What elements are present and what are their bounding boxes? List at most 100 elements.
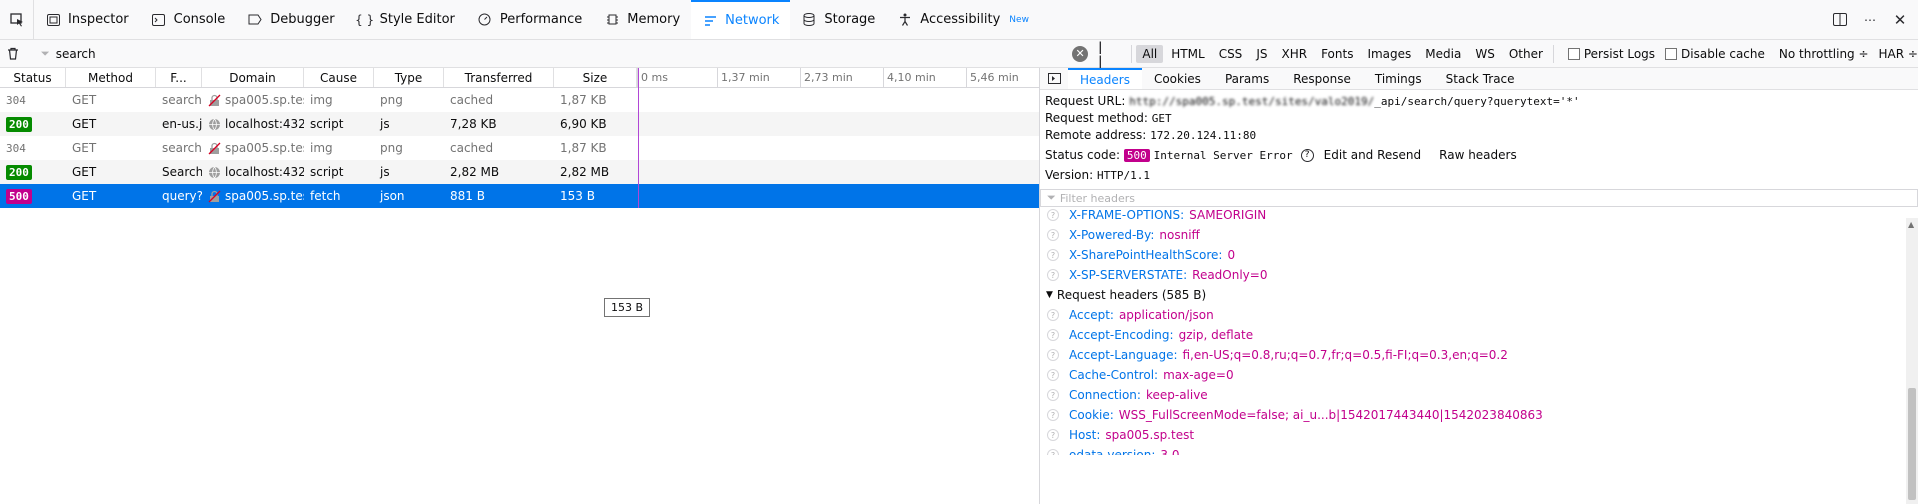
column-type[interactable]: Type (374, 68, 444, 87)
tab-style-editor[interactable]: { } Style Editor (346, 0, 466, 39)
tab-console[interactable]: Console (140, 0, 237, 39)
header-help-icon[interactable]: ? (1047, 369, 1059, 381)
tab-headers[interactable]: Headers (1068, 68, 1142, 89)
column-status[interactable]: Status (0, 68, 66, 87)
header-help-icon[interactable]: ? (1047, 409, 1059, 421)
header-value: application/json (1118, 308, 1214, 322)
file-cell: searchr... (156, 141, 202, 155)
timeline-tick: 4,10 min (883, 68, 936, 87)
checkbox-box[interactable] (1665, 47, 1678, 60)
disable-cache-label: Disable cache (1681, 46, 1765, 61)
header-help-icon[interactable]: ? (1047, 309, 1059, 321)
type-filter-xhr[interactable]: XHR (1275, 45, 1313, 63)
header-value: ReadOnly=0 (1192, 268, 1268, 282)
table-row[interactable]: 304 GET searchr... spa005.sp.test img png cach… (0, 136, 1039, 160)
tab-network[interactable]: Network (691, 0, 791, 39)
header-row[interactable]: ? Connection: keep-alive (1040, 385, 1918, 405)
type-filter-ws[interactable]: WS (1469, 45, 1500, 63)
tab-performance[interactable]: Performance (466, 0, 593, 39)
column-method[interactable]: Method (66, 68, 156, 87)
header-help-icon[interactable]: ? (1047, 229, 1059, 241)
throttling-select[interactable]: No throttling ÷ (1779, 47, 1869, 61)
transferred-cell: 881 B (444, 189, 554, 203)
tab-accessibility[interactable]: Accessibility New (886, 0, 1040, 39)
type-filter-media[interactable]: Media (1419, 45, 1467, 63)
header-help-icon[interactable]: ? (1047, 209, 1059, 221)
tab-response[interactable]: Response (1281, 68, 1363, 89)
tab-params[interactable]: Params (1213, 68, 1281, 89)
status-badge: 500 (6, 188, 32, 204)
table-row[interactable]: 200 GET Search... localhost:4321 script js 2,8… (0, 160, 1039, 184)
column-size[interactable]: Size (554, 68, 637, 87)
header-row[interactable]: ? X-SharePointHealthScore: 0 (1040, 245, 1918, 265)
column-cause[interactable]: Cause (304, 68, 374, 87)
edit-and-resend-button[interactable]: Edit and Resend (1324, 148, 1421, 162)
header-help-icon[interactable]: ? (1047, 449, 1059, 455)
header-help-icon[interactable]: ? (1047, 349, 1059, 361)
scroll-up-icon[interactable]: ▲ (1908, 220, 1914, 229)
header-row[interactable]: ? Cookie: WSS_FullScreenMode=false; ai_u..… (1040, 405, 1918, 425)
table-row[interactable]: 200 GET en-us.js localhost:4321 script js 7,28… (0, 112, 1039, 136)
tab-storage[interactable]: Storage (790, 0, 886, 39)
tab-stack-trace[interactable]: Stack Trace (1434, 68, 1527, 89)
file-name: Search... (162, 165, 202, 179)
header-help-icon[interactable]: ? (1047, 329, 1059, 341)
table-row[interactable]: 304 GET searchr... spa005.sp.test img png cach… (0, 88, 1039, 112)
tab-timings[interactable]: Timings (1363, 68, 1434, 89)
pause-recording-button[interactable]: | | (1098, 40, 1113, 68)
help-icon[interactable]: ? (1300, 149, 1314, 162)
header-row[interactable]: ? Accept: application/json (1040, 305, 1918, 325)
header-row[interactable]: ? Cache-Control: max-age=0 (1040, 365, 1918, 385)
header-name: Host: (1069, 428, 1101, 442)
tab-inspector[interactable]: Inspector (34, 0, 140, 39)
split-console-icon[interactable] (1832, 12, 1848, 28)
scrollbar[interactable]: ▲ (1906, 218, 1918, 504)
clear-requests-button[interactable] (0, 46, 27, 62)
transferred-cell: 2,82 MB (444, 165, 554, 179)
header-help-icon[interactable]: ? (1047, 269, 1059, 281)
type-filter-html[interactable]: HTML (1165, 45, 1210, 63)
element-picker-button[interactable] (0, 0, 34, 39)
transferred: 881 B (450, 189, 485, 203)
header-help-icon[interactable]: ? (1047, 389, 1059, 401)
tab-cookies[interactable]: Cookies (1142, 68, 1213, 89)
request-headers-section-toggle[interactable]: ▼ Request headers (585 B) (1040, 285, 1918, 305)
tab-memory[interactable]: Memory (593, 0, 691, 39)
type-filter-css[interactable]: CSS (1213, 45, 1249, 63)
header-row[interactable]: ? X-FRAME-OPTIONS: SAMEORIGIN (1040, 205, 1918, 225)
column-transferred[interactable]: Transferred (444, 68, 554, 87)
har-menu[interactable]: HAR ÷ (1879, 47, 1918, 61)
column-file[interactable]: F... (156, 68, 202, 87)
header-row[interactable]: ? Accept-Encoding: gzip, deflate (1040, 325, 1918, 345)
header-row[interactable]: ? Accept-Language: fi,en-US;q=0.8,ru;q=0.7… (1040, 345, 1918, 365)
type-filter-all[interactable]: All (1136, 44, 1164, 63)
domain-cell: spa005.sp.test (202, 93, 304, 107)
header-row[interactable]: ? Host: spa005.sp.test (1040, 425, 1918, 445)
scrollbar-thumb[interactable] (1908, 388, 1916, 500)
checkbox-box[interactable] (1567, 47, 1580, 60)
type-filter-images[interactable]: Images (1361, 45, 1417, 63)
header-row[interactable]: ? X-SP-SERVERSTATE: ReadOnly=0 (1040, 265, 1918, 285)
column-domain[interactable]: Domain (202, 68, 304, 87)
section-title: Request headers (585 B) (1056, 288, 1207, 302)
header-row[interactable]: ? X-Powered-By: nosniff (1040, 225, 1918, 245)
type-filter-js[interactable]: JS (1250, 45, 1273, 63)
filter-urls-field[interactable]: ⏷ search ✕ (27, 45, 1098, 62)
table-row[interactable]: 500 GET query?... spa005.sp.test fetch json 88… (0, 184, 1039, 208)
type: js (380, 165, 390, 179)
column-waterfall[interactable]: 0 ms 1,37 min 2,73 min 4,10 min 5,46 min (637, 68, 1039, 87)
toggle-sidebar-button[interactable] (1040, 68, 1068, 89)
header-row[interactable]: ? odata-version: 3.0 (1040, 445, 1918, 455)
persist-logs-checkbox[interactable]: Persist Logs (1567, 47, 1655, 61)
type-filter-fonts[interactable]: Fonts (1315, 45, 1359, 63)
raw-headers-toggle[interactable]: Raw headers (1439, 148, 1517, 162)
more-options-icon[interactable]: ⋯ (1862, 12, 1878, 28)
close-icon[interactable]: ✕ (1892, 11, 1908, 29)
request-url-tail[interactable]: _api/search/query?querytext='*' (1374, 95, 1579, 108)
type-filter-other[interactable]: Other (1503, 45, 1549, 63)
header-help-icon[interactable]: ? (1047, 429, 1059, 441)
tab-debugger[interactable]: Debugger (236, 0, 345, 39)
clear-filter-icon[interactable]: ✕ (1072, 45, 1089, 62)
header-help-icon[interactable]: ? (1047, 249, 1059, 261)
disable-cache-checkbox[interactable]: Disable cache (1665, 47, 1765, 61)
